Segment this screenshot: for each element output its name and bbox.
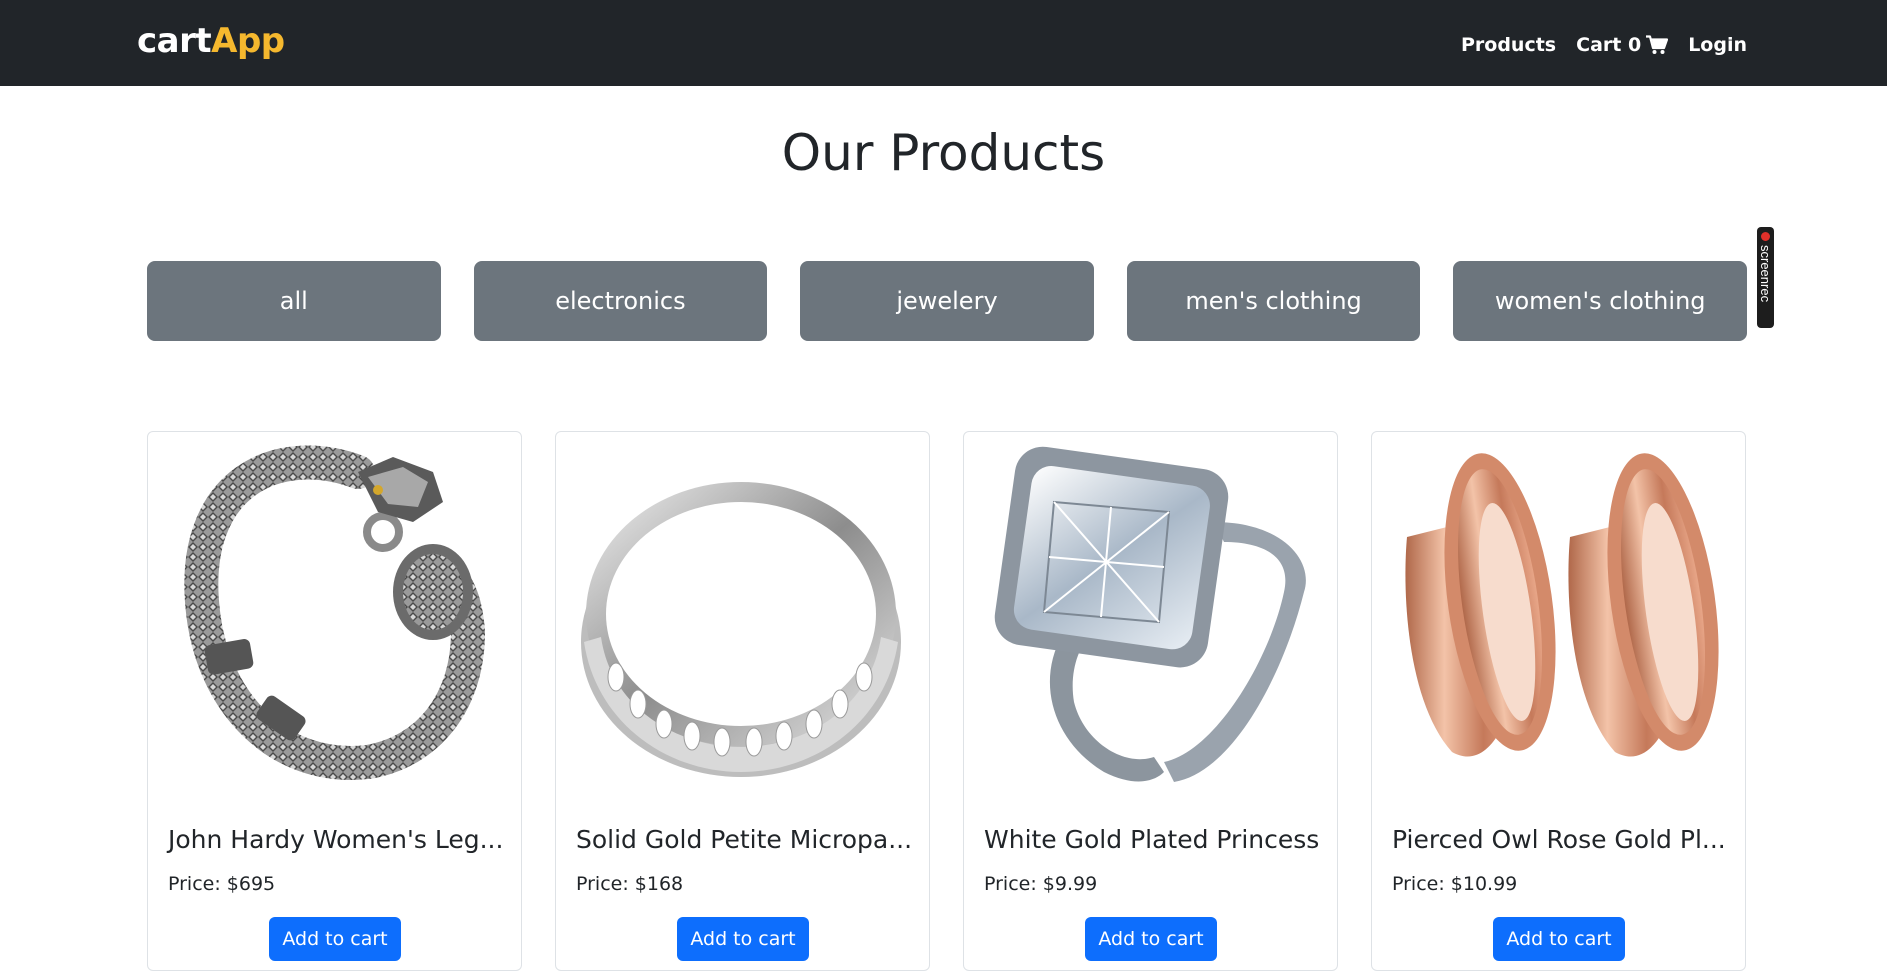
product-card: John Hardy Women's Leg... Price: $695 Ad… (147, 431, 522, 971)
nav-link-login-label: Login (1688, 34, 1747, 56)
shopping-cart-icon (1646, 35, 1669, 55)
product-card: Solid Gold Petite Micropa... Price: $168… (555, 431, 930, 971)
add-to-cart-button[interactable]: Add to cart (269, 917, 401, 961)
product-card: White Gold Plated Princess Price: $9.99 … (963, 431, 1338, 971)
nav-link-cart-label: Cart 0 (1576, 34, 1642, 56)
nav-link-products-label: Products (1460, 34, 1557, 56)
diamond-ring-set-image (994, 446, 1306, 782)
filter-button-womens-clothing[interactable]: women's clothing (1453, 261, 1747, 341)
silver-dragon-bracelet-image (184, 445, 486, 780)
brand-text-app: App (211, 21, 285, 61)
brand-text-cart: cart (137, 21, 212, 61)
filter-button-electronics[interactable]: electronics (473, 261, 768, 341)
product-title[interactable]: White Gold Plated Princess (984, 824, 1324, 856)
add-to-cart-button[interactable]: Add to cart (1085, 917, 1217, 961)
filter-button-all[interactable]: all (147, 261, 441, 341)
product-title[interactable]: John Hardy Women's Leg... (168, 824, 508, 856)
filter-button-mens-clothing[interactable]: men's clothing (1126, 261, 1421, 341)
silver-band-ring-image (581, 482, 901, 777)
nav-link-login[interactable]: Login (1688, 34, 1747, 56)
brand-logo[interactable]: cartApp (137, 20, 285, 62)
nav-link-products[interactable]: Products (1461, 34, 1556, 56)
product-title[interactable]: Solid Gold Petite Micropa... (576, 824, 916, 856)
category-filters: all electronics jewelery men's clothing … (147, 261, 1747, 341)
product-price: Price: $9.99 (984, 873, 1098, 895)
product-price: Price: $695 (168, 873, 276, 895)
screenrec-label: screenrec (1758, 245, 1773, 303)
add-to-cart-button[interactable]: Add to cart (1493, 917, 1625, 961)
page-title: Our Products (781, 124, 1106, 182)
product-grid: John Hardy Women's Leg... Price: $695 Ad… (147, 431, 1747, 971)
record-dot-icon (1761, 232, 1770, 241)
nav-links: Products Cart 0 Login (1461, 30, 1747, 60)
screenrec-tab[interactable]: screenrec (1757, 227, 1774, 328)
product-title[interactable]: Pierced Owl Rose Gold Pl... (1392, 824, 1732, 856)
filter-button-jewelery[interactable]: jewelery (800, 261, 1094, 341)
add-to-cart-button[interactable]: Add to cart (677, 917, 809, 961)
nav-link-cart[interactable]: Cart 0 (1576, 34, 1669, 56)
product-price: Price: $168 (576, 873, 684, 895)
product-card: Pierced Owl Rose Gold Pl... Price: $10.9… (1371, 431, 1746, 971)
product-price: Price: $10.99 (1392, 873, 1518, 895)
rose-gold-plugs-image (1405, 453, 1719, 757)
navbar: cartApp Products Cart 0 Login (0, 0, 1887, 86)
